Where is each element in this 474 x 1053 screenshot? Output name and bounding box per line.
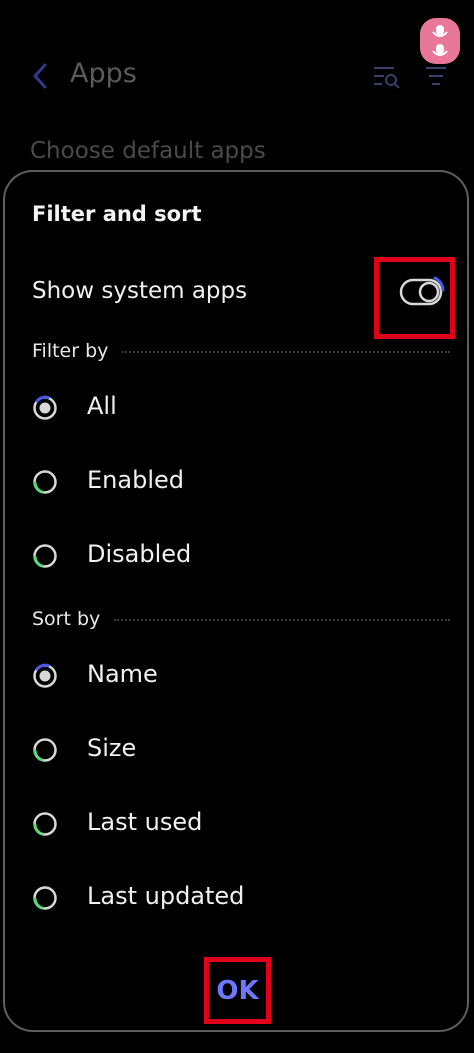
background-app-bar: Apps Choose default apps <box>0 0 474 170</box>
sort-option-last-used[interactable]: Last used <box>5 791 467 861</box>
sort-option-size[interactable]: Size <box>5 717 467 787</box>
filter-by-header: Filter by <box>32 340 450 362</box>
filter-option-label: All <box>87 392 117 420</box>
radio-unselected-icon[interactable] <box>32 543 58 569</box>
highlight-box-ok <box>204 957 271 1024</box>
radio-unselected-icon[interactable] <box>32 737 58 763</box>
radio-unselected-icon[interactable] <box>32 811 58 837</box>
filter-by-label: Filter by <box>32 340 109 362</box>
divider <box>114 619 450 621</box>
sort-option-label: Size <box>87 734 137 762</box>
default-apps-row: Choose default apps <box>30 138 266 164</box>
sort-option-last-updated[interactable]: Last updated <box>5 865 467 935</box>
sort-by-header: Sort by <box>32 608 450 630</box>
app-bar-title: Apps <box>70 58 137 89</box>
radio-unselected-icon[interactable] <box>32 885 58 911</box>
filter-option-enabled[interactable]: Enabled <box>5 449 467 519</box>
radio-selected-icon[interactable] <box>32 663 58 689</box>
filter-option-label: Enabled <box>87 466 184 494</box>
sort-by-label: Sort by <box>32 608 101 630</box>
sort-option-name[interactable]: Name <box>5 643 467 713</box>
sort-option-label: Last used <box>87 808 203 836</box>
back-icon[interactable] <box>30 62 50 90</box>
filter-option-label: Disabled <box>87 540 192 568</box>
filter-option-all[interactable]: All <box>5 375 467 445</box>
voice-access-button[interactable] <box>420 18 460 64</box>
divider <box>122 351 450 353</box>
sort-option-label: Name <box>87 660 158 688</box>
show-system-apps-label: Show system apps <box>32 278 248 304</box>
voice-access-icon <box>432 25 448 56</box>
filter-option-disabled[interactable]: Disabled <box>5 523 467 593</box>
dialog-title: Filter and sort <box>32 202 202 226</box>
filter-sort-dialog: Filter and sort Show system apps Filter … <box>3 170 469 1032</box>
sort-option-label: Last updated <box>87 882 245 910</box>
radio-selected-icon[interactable] <box>32 395 58 421</box>
sort-icon[interactable] <box>424 64 448 90</box>
highlight-box-toggle <box>374 257 455 339</box>
filter-search-icon[interactable] <box>372 64 402 90</box>
radio-unselected-icon[interactable] <box>32 469 58 495</box>
